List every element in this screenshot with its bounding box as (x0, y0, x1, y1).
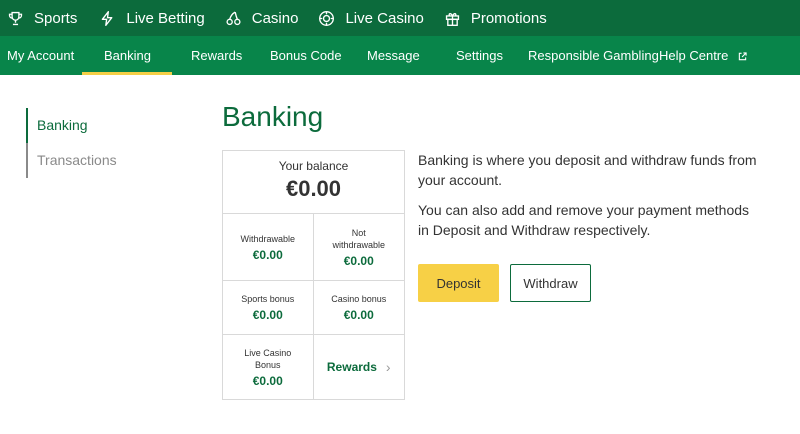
not-withdrawable-label-line2: withdrawable (332, 239, 386, 250)
tab-responsible-gambling[interactable]: Responsible Gambling (528, 36, 659, 75)
live-casino-bonus-label-line2: Bonus (254, 359, 281, 370)
balance-amount: €0.00 (285, 176, 342, 201)
tab-settings[interactable]: Settings (456, 36, 503, 75)
page-title: Banking (222, 101, 324, 132)
sports-bonus-value: €0.00 (252, 308, 283, 322)
nav-live-casino[interactable]: Live Casino (318, 0, 424, 36)
rewards-link[interactable]: Rewards › (314, 335, 405, 399)
nav-casino[interactable]: Casino (225, 0, 299, 36)
top-navigation: Sports Live Betting Casino Live Casino P… (0, 0, 800, 36)
nav-promotions[interactable]: Promotions (444, 0, 547, 36)
description-paragraph-2: You can also add and remove your payment… (418, 202, 750, 238)
gift-icon (445, 12, 459, 26)
not-withdrawable-cell: Not withdrawable €0.00 (314, 214, 405, 280)
chevron-right-icon: › (385, 359, 391, 375)
live-casino-bonus-cell: Live Casino Bonus €0.00 (223, 335, 314, 399)
balance-row: Live Casino Bonus €0.00 Rewards › (223, 335, 404, 399)
casino-bonus-cell: Casino bonus €0.00 (314, 281, 405, 334)
balance-label: Your balance (278, 159, 349, 173)
tab-banking[interactable]: Banking (82, 36, 172, 75)
balance-row: Withdrawable €0.00 Not withdrawable €0.0… (223, 214, 404, 281)
casino-bonus-label: Casino bonus (331, 294, 387, 304)
cherries-icon (226, 11, 241, 25)
withdrawable-value: €0.00 (252, 247, 283, 262)
nav-live-betting[interactable]: Live Betting (99, 0, 205, 36)
banking-sidebar: Banking Transactions (26, 108, 117, 178)
tab-message[interactable]: Message (367, 36, 420, 75)
balance-summary: Your balance €0.00 (223, 151, 404, 214)
balance-row: Sports bonus €0.00 Casino bonus €0.00 (223, 281, 404, 335)
casino-chip-icon (319, 10, 335, 26)
nav-sports[interactable]: Sports (7, 0, 77, 36)
casino-bonus-value: €0.00 (343, 308, 374, 322)
tab-help-centre[interactable]: Help Centre (659, 36, 747, 75)
trophy-icon (8, 11, 23, 25)
tab-help-centre-label: Help Centre (659, 48, 729, 63)
live-casino-bonus-label-line1: Live Casino (244, 347, 292, 358)
sports-bonus-label: Sports bonus (241, 294, 295, 304)
withdrawable-label: Withdrawable (240, 233, 296, 244)
withdrawable-cell: Withdrawable €0.00 (223, 214, 314, 280)
lightning-icon (102, 10, 113, 26)
nav-sports-label: Sports (34, 9, 78, 27)
sidebar-item-banking[interactable]: Banking (26, 108, 117, 143)
tab-rewards[interactable]: Rewards (191, 36, 242, 75)
balance-card: Your balance €0.00 Withdrawable €0.00 No… (222, 150, 405, 400)
live-casino-bonus-value: €0.00 (252, 373, 283, 388)
description-paragraph-1: Banking is where you deposit and withdra… (418, 152, 757, 188)
withdraw-button[interactable]: Withdraw (510, 264, 591, 302)
nav-casino-label: Casino (251, 9, 299, 27)
external-link-icon (738, 52, 747, 61)
not-withdrawable-value: €0.00 (343, 253, 374, 268)
nav-live-betting-label: Live Betting (126, 9, 205, 27)
sports-bonus-cell: Sports bonus €0.00 (223, 281, 314, 334)
not-withdrawable-label-line1: Not (351, 227, 366, 238)
deposit-button[interactable]: Deposit (418, 264, 499, 302)
tab-my-account[interactable]: My Account (7, 36, 74, 75)
tab-bonus-code[interactable]: Bonus Code (270, 36, 342, 75)
sidebar-item-transactions[interactable]: Transactions (26, 143, 117, 178)
nav-live-casino-label: Live Casino (345, 9, 424, 27)
rewards-link-label: Rewards (326, 360, 377, 374)
nav-promotions-label: Promotions (470, 9, 547, 27)
account-subnav: My Account Banking Rewards Bonus Code Me… (0, 36, 800, 75)
banking-description: Banking is where you deposit and withdra… (418, 150, 763, 240)
